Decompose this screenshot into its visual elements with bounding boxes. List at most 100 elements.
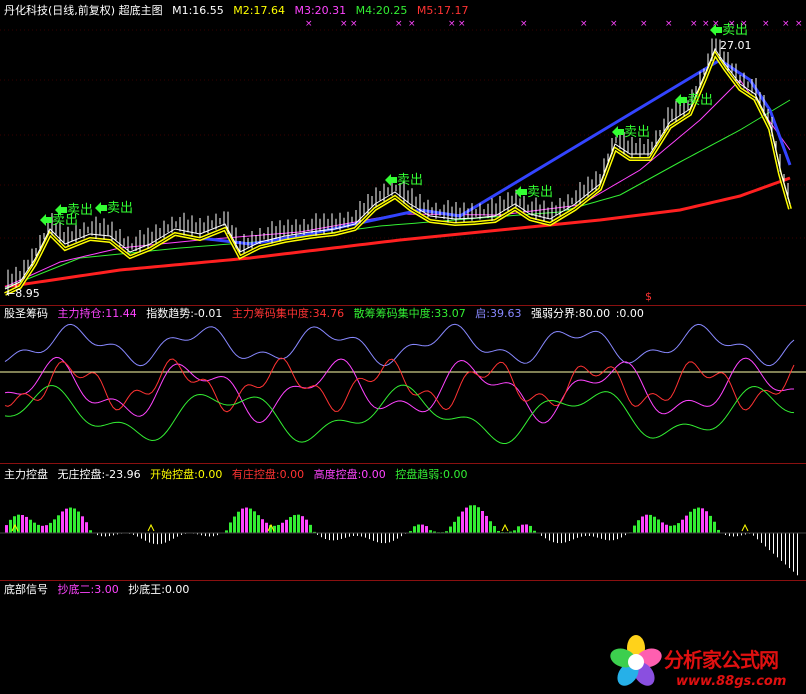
control-bar [653,516,656,533]
signal-x-mark: × [728,19,736,29]
control-bar [65,508,68,533]
control-bar [77,511,80,533]
control-bar [789,533,790,569]
control-bar [517,526,520,533]
control-bar [281,522,284,533]
control-bar [33,522,36,533]
control-bar [453,521,456,533]
control-bar [173,533,174,539]
control-bar [521,524,524,533]
high-price-label: 27.01 [720,39,752,52]
divider-1 [0,305,806,306]
control-bar [253,511,256,533]
sell-label: 卖出 [67,203,93,218]
control-bar [73,508,76,533]
control-bar [153,533,154,544]
control-bar [297,514,300,533]
control-bar [69,507,72,533]
control-item-weakening: 控盘趋弱:0.00 [395,468,468,481]
control-panel-header: 主力控盘 无庄控盘:-23.96 开始控盘:0.00 有庄控盘:0.00 高度控… [4,468,473,482]
control-bar [149,533,150,543]
control-bar [285,519,288,533]
sell-label: 卖出 [107,201,133,216]
control-bar [685,515,688,533]
control-bar [385,533,386,544]
control-bar [577,533,578,538]
control-bar [145,533,146,541]
control-bar [341,533,342,539]
start-control-marker [741,523,749,532]
control-bar [257,515,260,533]
control-bar [477,507,480,533]
sell-arrow-icon [40,214,52,226]
control-bar [21,515,24,533]
control-bar [605,533,606,540]
signal-x-mark: × [350,19,358,29]
control-bar [661,522,664,533]
signal-x-mark: × [340,19,348,29]
control-bar [245,507,248,533]
chip-item-index-trend: 指数趋势:-0.01 [146,307,223,320]
control-bar [381,533,382,544]
control-bar [293,515,296,533]
control-bar [693,508,696,533]
signal-x-mark: × [702,19,710,29]
control-bar [377,533,378,543]
watermark-title: 分析家公式网 [664,648,779,672]
sell-label: 卖出 [527,185,553,200]
control-bar [581,533,582,537]
control-bar [333,533,334,541]
control-bar [329,533,330,541]
control-bar [237,511,240,533]
control-bar [61,511,64,533]
control-bar [457,516,460,533]
control-bar [489,521,492,533]
control-bar [41,525,44,533]
control-bar [761,533,762,543]
control-bar [525,524,528,533]
control-bar [349,533,350,537]
bottom-item-bottom-two: 抄底二:3.00 [57,583,119,596]
control-bar [617,533,618,540]
control-bar [785,533,786,565]
signal-x-mark: × [408,19,416,29]
control-bar [105,533,106,537]
control-bar [773,533,774,554]
watermark-url: www.88gs.com [676,674,787,689]
sell-label: 卖出 [687,93,713,108]
sell-label: 卖出 [624,125,650,140]
control-bar [449,526,452,533]
chip-item-retail-concentration: 散筹筹码集中度:33.07 [353,307,466,320]
control-bar [165,533,166,543]
retail-concentration-line [4,384,795,445]
control-bar [37,524,40,533]
start-control-marker [501,523,509,532]
control-bar [417,524,420,533]
signal-x-mark: × [640,19,648,29]
control-bar [337,533,338,540]
control-bar [565,533,566,543]
control-bar [701,508,704,533]
control-bar [49,522,52,533]
control-bar [397,533,398,539]
control-bar [481,510,484,533]
control-bar [705,511,708,533]
chip-item-start: 启:39.63 [475,307,522,320]
control-bar [549,533,550,541]
control-bar [413,526,416,533]
control-bar [169,533,170,541]
control-item-has-dealer: 有庄控盘:0.00 [231,468,305,481]
control-bar [321,533,322,538]
control-bar [365,533,366,538]
control-bar [485,515,488,533]
control-bar [81,516,84,533]
control-bar [473,505,476,533]
control-bar [793,533,794,572]
control-bar [601,533,602,539]
control-bar [709,515,712,533]
control-bar [249,508,252,533]
control-bar [373,533,374,541]
control-bar [85,522,88,533]
flower-logo-icon [610,635,662,686]
control-bar [553,533,554,543]
